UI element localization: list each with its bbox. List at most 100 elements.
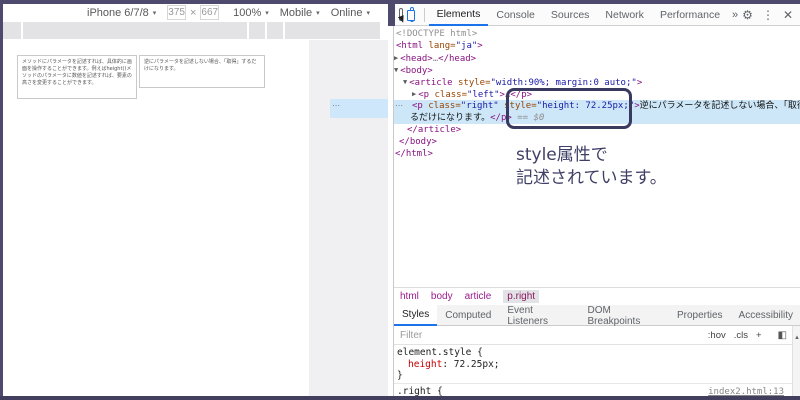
viewport-width-input[interactable]: 375 xyxy=(167,5,186,20)
band-cell xyxy=(23,22,247,39)
breadcrumb-article[interactable]: article xyxy=(465,291,492,302)
device-toolbar: iPhone 6/7/8 ▾ 375 × 667 100% ▾ Mobile ▾… xyxy=(3,4,388,21)
dock-panel-icon[interactable]: ◧ xyxy=(778,330,787,341)
band-cell xyxy=(3,22,21,39)
close-icon[interactable]: ✕ xyxy=(783,8,793,22)
more-tabs-icon[interactable]: » xyxy=(728,9,742,21)
device-toggle-icon[interactable] xyxy=(407,7,416,22)
dom-token: lang= xyxy=(423,41,456,51)
annotation-text: style属性で 記述されています。 xyxy=(516,144,667,190)
tab-sources[interactable]: Sources xyxy=(543,4,598,26)
annotation-line1: style属性で xyxy=(516,145,608,165)
element-highlight-overlay: ⋯ xyxy=(330,99,388,118)
dom-token: るだけになります。 xyxy=(410,113,491,123)
sidebar-tab-dom-breakpoints[interactable]: DOM Breakpoints xyxy=(580,305,669,327)
band-cell xyxy=(285,22,380,39)
viewport-height-input[interactable]: 667 xyxy=(200,5,220,20)
dom-token: <p xyxy=(418,90,430,100)
settings-gear-icon[interactable]: ⚙ xyxy=(742,8,753,22)
dom-token: class= xyxy=(422,101,461,111)
dom-line[interactable]: ▼ <article style="width:90%; margin:0 aut… xyxy=(394,76,800,88)
page-right-paragraph: 逆にパラメータを記述しない場合、「取得」するだけになります。 xyxy=(139,55,265,88)
viewport-times-label: × xyxy=(189,6,197,19)
styles-scrollbar[interactable]: ▲ xyxy=(792,326,800,396)
filter-controls: :hov .cls + xyxy=(708,330,778,341)
dom-token: > xyxy=(636,78,643,88)
sidebar-tab-computed[interactable]: Computed xyxy=(437,305,499,326)
chevron-down-icon: ▾ xyxy=(265,9,269,17)
ellipsis-icon[interactable]: ⋯ xyxy=(395,101,403,110)
disclosure-closed-icon[interactable]: ▶ xyxy=(412,90,416,98)
network-throttle-label: Online xyxy=(330,6,363,19)
rule-selector[interactable]: element.style { xyxy=(397,347,483,358)
rule-close-brace: } xyxy=(397,370,403,381)
mode-select-label: Mobile xyxy=(279,6,313,19)
devtools-menu-icon[interactable]: ⋮ xyxy=(762,8,774,22)
dom-token: "width:90%; margin:0 auto;" xyxy=(490,78,637,88)
device-mode-backdrop xyxy=(309,40,388,396)
device-select[interactable]: iPhone 6/7/8 ▾ xyxy=(87,7,156,19)
dom-token: <p xyxy=(412,101,423,111)
dom-token: </article> xyxy=(407,125,462,135)
sidebar-tab-accessibility[interactable]: Accessibility xyxy=(731,305,800,326)
declaration-property[interactable]: height xyxy=(408,359,442,370)
mode-select[interactable]: Mobile ▾ xyxy=(280,7,320,19)
style-rule: .right {index2.html:13width: 47%; xyxy=(394,384,792,397)
breadcrumb-body[interactable]: body xyxy=(431,291,453,302)
dom-line[interactable]: <!DOCTYPE html> xyxy=(394,28,800,40)
chevron-down-icon: ▾ xyxy=(152,9,157,17)
ellipsis-icon: ⋯ xyxy=(332,101,340,110)
disclosure-open-icon[interactable]: ▼ xyxy=(403,78,407,86)
rule-selector[interactable]: .right { xyxy=(397,386,443,397)
network-throttle-select[interactable]: Online ▾ xyxy=(331,7,370,19)
rule-declaration[interactable]: height: 72.25px; xyxy=(394,359,792,371)
declaration-value[interactable]: : 72.25px; xyxy=(442,359,499,370)
tab-elements[interactable]: Elements xyxy=(428,4,489,26)
tab-network[interactable]: Network xyxy=(597,4,652,26)
zoom-select[interactable]: 100% ▾ xyxy=(233,7,269,19)
devtools-screenshot: iPhone 6/7/8 ▾ 375 × 667 100% ▾ Mobile ▾… xyxy=(0,0,800,400)
devtools-toolbar: Elements Console Sources Network Performance… xyxy=(394,4,800,26)
disclosure-closed-icon[interactable]: ▶ xyxy=(394,54,398,62)
devtools-pane: Elements Console Sources Network Performance… xyxy=(393,4,800,396)
filter-input[interactable] xyxy=(394,328,602,342)
breadcrumb-p-right[interactable]: p.right xyxy=(503,290,540,303)
page-header-band xyxy=(3,21,388,40)
sidebar-tab-event-listeners[interactable]: Event Listeners xyxy=(499,305,579,327)
band-cell xyxy=(267,22,283,39)
scroll-up-icon[interactable]: ▲ xyxy=(794,335,800,341)
page-left-paragraph: メソッドにパラメータを記述すれば、具体的に画面を操作することができます。例えばh… xyxy=(17,55,137,99)
dom-token: <html xyxy=(396,41,424,51)
tab-console[interactable]: Console xyxy=(488,4,543,26)
annotation-highlight-box xyxy=(506,88,632,129)
breadcrumb-html[interactable]: html xyxy=(400,291,419,302)
styles-filter-row: :hov .cls + ◧ xyxy=(394,326,800,345)
sidebar-tab-properties[interactable]: Properties xyxy=(669,305,731,326)
dom-token: </body> xyxy=(399,137,437,147)
frame-left-border xyxy=(0,0,3,400)
dom-token: <article xyxy=(409,78,453,88)
zoom-select-label: 100% xyxy=(233,6,262,19)
dom-token: </head> xyxy=(438,54,477,64)
dom-token: 逆にパラメータを記述しない場合、「取得」す xyxy=(639,101,800,111)
inspect-element-icon[interactable] xyxy=(399,8,404,21)
filter-control[interactable]: + xyxy=(756,330,762,341)
rule-source-link[interactable]: index2.html:13 xyxy=(708,387,784,397)
chevron-down-icon: ▾ xyxy=(316,9,320,17)
disclosure-open-icon[interactable]: ▼ xyxy=(394,66,398,74)
dom-token: class= xyxy=(429,90,467,100)
device-select-label: iPhone 6/7/8 xyxy=(87,6,149,19)
dom-token: <head> xyxy=(400,54,433,64)
dom-token: "ja" xyxy=(455,41,478,51)
dom-token: > xyxy=(477,41,483,51)
band-cell xyxy=(249,22,265,39)
dom-line[interactable]: ▶ <head>…</head> xyxy=(394,52,800,64)
tab-performance[interactable]: Performance xyxy=(652,4,728,26)
dom-line[interactable]: ▼ <body> xyxy=(394,64,800,76)
sidebar-tab-styles[interactable]: Styles xyxy=(394,304,438,326)
dom-line[interactable]: <html lang="ja"> xyxy=(394,40,800,52)
style-rule: element.style {height: 72.25px;} xyxy=(394,345,792,384)
filter-control[interactable]: .cls xyxy=(734,330,748,341)
filter-control[interactable]: :hov xyxy=(708,330,726,341)
frame-bottom-border xyxy=(0,396,800,400)
